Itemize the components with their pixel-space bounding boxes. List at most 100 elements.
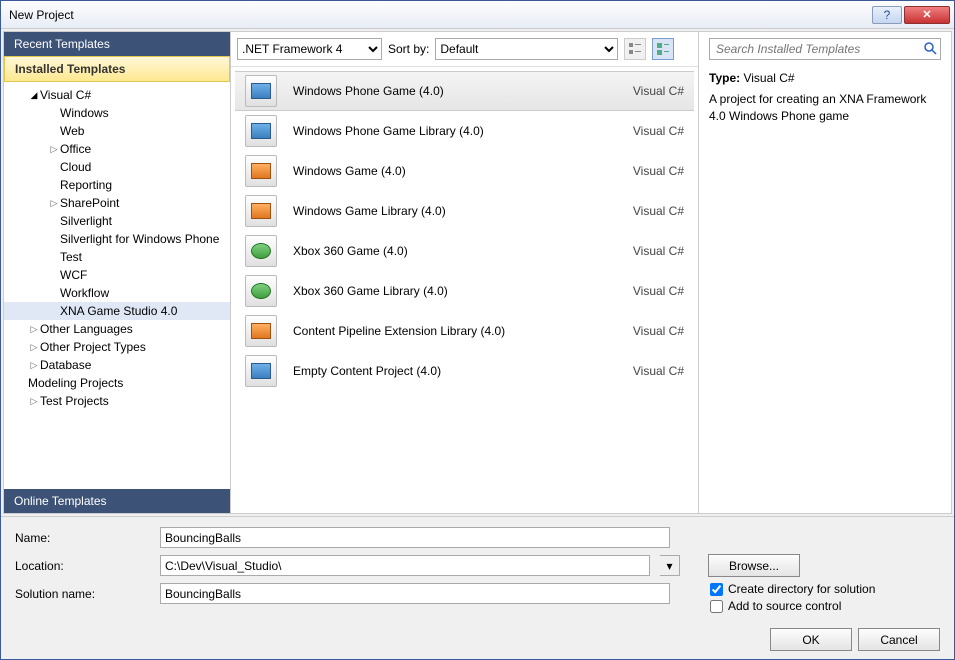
filter-bar: .NET Framework 4 Sort by: Default [231, 32, 698, 67]
tree-node-label: Windows [60, 106, 109, 120]
bottom-form: Name: Location: ▾ Browse... Solution nam… [1, 516, 954, 620]
close-button[interactable]: ✕ [904, 6, 950, 24]
view-medium-icon[interactable] [652, 38, 674, 60]
sort-by-label: Sort by: [388, 42, 429, 56]
main-area: Recent Templates Installed Templates ◢Vi… [3, 31, 952, 514]
type-value: Visual C# [743, 71, 794, 85]
expand-open-icon[interactable]: ◢ [28, 90, 40, 101]
tree-node[interactable]: ▷Database [4, 356, 230, 374]
expand-closed-icon[interactable]: ▷ [28, 324, 40, 335]
template-icon [245, 115, 277, 147]
expand-closed-icon[interactable]: ▷ [28, 396, 40, 407]
search-input[interactable] [709, 38, 941, 60]
tree-node-label: Modeling Projects [28, 376, 123, 390]
template-item[interactable]: Xbox 360 Game Library (4.0)Visual C# [235, 271, 694, 311]
tree-node[interactable]: Modeling Projects [4, 374, 230, 392]
cancel-button[interactable]: Cancel [858, 628, 940, 651]
left-pane: Recent Templates Installed Templates ◢Vi… [4, 32, 231, 513]
help-button[interactable]: ? [872, 6, 902, 24]
online-templates-header[interactable]: Online Templates [4, 489, 230, 513]
template-name: Xbox 360 Game Library (4.0) [293, 284, 633, 298]
template-language: Visual C# [633, 364, 684, 378]
tree-node-label: XNA Game Studio 4.0 [60, 304, 177, 318]
tree-node-label: SharePoint [60, 196, 119, 210]
template-icon [245, 155, 277, 187]
tree-node-label: Office [60, 142, 91, 156]
view-small-icon[interactable] [624, 38, 646, 60]
framework-select[interactable]: .NET Framework 4 [237, 38, 382, 60]
template-item[interactable]: Windows Phone Game Library (4.0)Visual C… [235, 111, 694, 151]
source-control-label: Add to source control [728, 599, 841, 613]
tree-node-label: Test [60, 250, 82, 264]
description-pane: Type: Visual C# A project for creating a… [709, 70, 941, 124]
center-pane: .NET Framework 4 Sort by: Default Window… [231, 32, 698, 513]
tree-node[interactable]: ▷Other Project Types [4, 338, 230, 356]
template-language: Visual C# [633, 324, 684, 338]
type-label: Type: [709, 71, 740, 85]
expand-closed-icon[interactable]: ▷ [48, 198, 60, 209]
search-box [709, 38, 941, 60]
titlebar: New Project ? ✕ [1, 1, 954, 29]
template-item[interactable]: Windows Game (4.0)Visual C# [235, 151, 694, 191]
location-dropdown-icon[interactable]: ▾ [660, 555, 680, 576]
template-name: Content Pipeline Extension Library (4.0) [293, 324, 633, 338]
location-input[interactable] [160, 555, 650, 576]
template-item[interactable]: Content Pipeline Extension Library (4.0)… [235, 311, 694, 351]
tree-node[interactable]: ▷SharePoint [4, 194, 230, 212]
tree-node[interactable]: Workflow [4, 284, 230, 302]
template-list: Windows Phone Game (4.0)Visual C#Windows… [231, 67, 698, 513]
close-icon: ✕ [922, 8, 931, 21]
template-language: Visual C# [633, 244, 684, 258]
tree-node[interactable]: Windows [4, 104, 230, 122]
create-directory-label: Create directory for solution [728, 582, 875, 596]
tree-node-label: Database [40, 358, 91, 372]
tree-node[interactable]: ◢Visual C# [4, 86, 230, 104]
expand-closed-icon[interactable]: ▷ [28, 342, 40, 353]
template-name: Windows Game (4.0) [293, 164, 633, 178]
tree-node[interactable]: Test [4, 248, 230, 266]
template-item[interactable]: Xbox 360 Game (4.0)Visual C# [235, 231, 694, 271]
source-control-checkbox[interactable] [710, 600, 723, 613]
template-language: Visual C# [633, 284, 684, 298]
template-item[interactable]: Windows Phone Game (4.0)Visual C# [235, 71, 694, 111]
right-pane: Type: Visual C# A project for creating a… [698, 32, 951, 513]
ok-button[interactable]: OK [770, 628, 852, 651]
sort-select[interactable]: Default [435, 38, 618, 60]
solution-name-label: Solution name: [15, 587, 150, 601]
dialog-buttons: OK Cancel [1, 620, 954, 659]
tree-node[interactable]: Web [4, 122, 230, 140]
name-input[interactable] [160, 527, 670, 548]
template-item[interactable]: Empty Content Project (4.0)Visual C# [235, 351, 694, 391]
tree-node-label: Other Languages [40, 322, 133, 336]
tree-node[interactable]: XNA Game Studio 4.0 [4, 302, 230, 320]
solution-name-input[interactable] [160, 583, 670, 604]
expand-closed-icon[interactable]: ▷ [48, 144, 60, 155]
browse-button[interactable]: Browse... [708, 554, 800, 577]
recent-templates-header[interactable]: Recent Templates [4, 32, 230, 56]
tree-node[interactable]: ▷Office [4, 140, 230, 158]
location-label: Location: [15, 559, 150, 573]
template-icon [245, 195, 277, 227]
create-directory-checkbox[interactable] [710, 583, 723, 596]
tree-node[interactable]: Reporting [4, 176, 230, 194]
expand-closed-icon[interactable]: ▷ [28, 360, 40, 371]
template-language: Visual C# [633, 164, 684, 178]
new-project-dialog: New Project ? ✕ Recent Templates Install… [0, 0, 955, 660]
tree-node[interactable]: Cloud [4, 158, 230, 176]
tree-node[interactable]: ▷Other Languages [4, 320, 230, 338]
template-name: Windows Phone Game (4.0) [293, 84, 633, 98]
tree-node[interactable]: ▷Test Projects [4, 392, 230, 410]
template-item[interactable]: Windows Game Library (4.0)Visual C# [235, 191, 694, 231]
tree-node-label: Other Project Types [40, 340, 146, 354]
template-tree: ◢Visual C#WindowsWeb▷OfficeCloudReportin… [4, 82, 230, 489]
template-name: Windows Phone Game Library (4.0) [293, 124, 633, 138]
template-name: Windows Game Library (4.0) [293, 204, 633, 218]
tree-node[interactable]: Silverlight for Windows Phone [4, 230, 230, 248]
installed-templates-header[interactable]: Installed Templates [4, 56, 230, 82]
tree-node[interactable]: WCF [4, 266, 230, 284]
tree-node-label: Silverlight [60, 214, 112, 228]
tree-node[interactable]: Silverlight [4, 212, 230, 230]
tree-node-label: WCF [60, 268, 87, 282]
search-icon[interactable] [923, 41, 937, 58]
template-language: Visual C# [633, 204, 684, 218]
